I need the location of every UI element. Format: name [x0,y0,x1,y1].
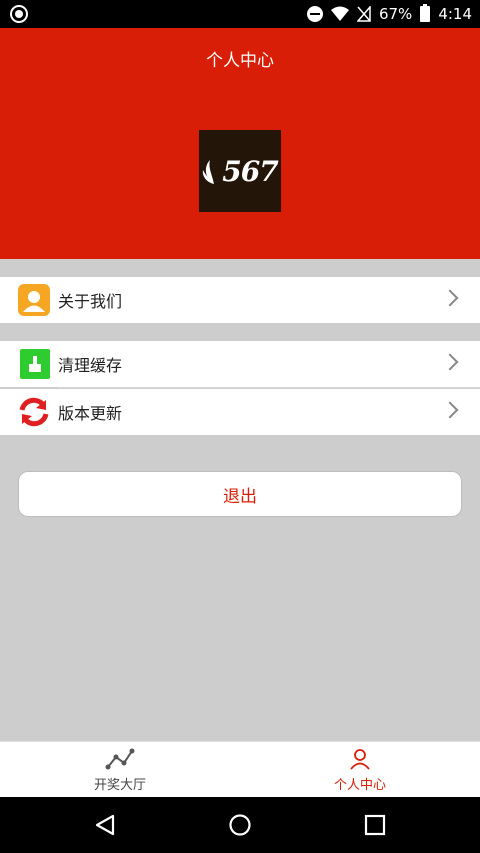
notification-icon [10,5,28,23]
tab-label: 个人中心 [333,777,386,793]
wifi-icon [330,6,349,21]
status-indicators: 67% 4:14 [306,0,472,28]
battery-icon [420,4,431,22]
recents-icon[interactable] [363,813,387,837]
menu-divider [58,387,480,388]
user-card-icon [18,284,50,316]
menu-item-about-us[interactable]: 关于我们 [0,277,480,323]
chevron-right-icon [441,289,459,307]
menu-item-version-update[interactable]: 版本更新 [0,389,480,435]
page-title: 个人中心 [206,51,274,71]
clock: 4:14 [438,5,472,23]
profile-header: 个人中心 567 [0,28,480,259]
refresh-icon [18,396,50,428]
tab-lottery-hall[interactable]: 开奖大厅 [0,742,240,798]
menu-item-label: 关于我们 [58,292,123,311]
chevron-right-icon [441,401,459,419]
broom-icon [20,349,50,379]
chevron-right-icon [441,353,459,371]
back-icon[interactable] [93,813,117,837]
person-icon [350,748,370,770]
menu-item-label: 版本更新 [58,404,123,423]
menu-item-label: 清理缓存 [58,356,123,375]
no-signal-icon [356,6,371,22]
bottom-nav: 开奖大厅 个人中心 [0,741,480,797]
tab-profile[interactable]: 个人中心 [240,742,480,798]
battery-percent: 67% [378,5,413,23]
trend-icon [105,748,135,769]
status-bar: 67% 4:14 [0,0,480,28]
logout-button[interactable]: 退出 [18,471,462,517]
logo-text: 567 [222,154,278,188]
home-icon[interactable] [228,813,252,837]
system-nav-bar [0,797,480,853]
app-logo: 567 [199,130,281,212]
tab-label: 开奖大厅 [93,777,146,793]
do-not-disturb-icon [306,6,323,22]
menu-item-clear-cache[interactable]: 清理缓存 [0,341,480,387]
